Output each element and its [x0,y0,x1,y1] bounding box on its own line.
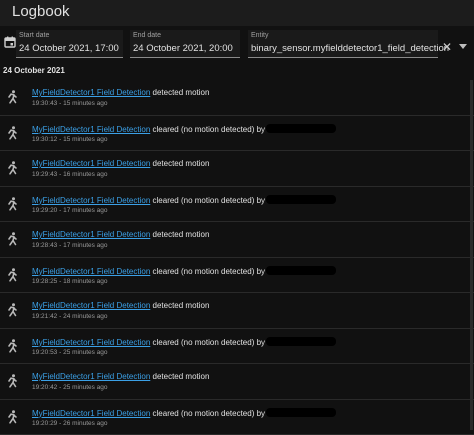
list-item: MyFieldDetector1 Field Detection detecte… [0,364,474,400]
top-app-bar: Logbook [0,0,474,26]
list-item: MyFieldDetector1 Field Detection detecte… [0,80,474,116]
date-group-header: 24 October 2021 [3,66,65,75]
start-date-label: Start date [19,32,50,39]
entity-value: binary_sensor.myfielddetector1_field_det… [251,43,450,54]
entity-link[interactable]: MyFieldDetector1 Field Detection [32,301,150,310]
run-icon [6,232,18,246]
entry-time: 19:21:42 - 24 minutes ago [32,313,108,320]
entry-time: 19:28:43 - 17 minutes ago [32,242,108,249]
list-item: MyFieldDetector1 Field Detection cleared… [0,116,474,151]
entry-message: MyFieldDetector1 Field Detection detecte… [32,230,209,239]
entry-action: cleared (no motion detected) by [152,195,266,205]
entity-link[interactable]: MyFieldDetector1 Field Detection [32,125,150,134]
entry-action: cleared (no motion detected) by [152,124,266,134]
entry-time: 19:30:12 - 15 minutes ago [32,135,108,143]
entity-link[interactable]: MyFieldDetector1 Field Detection [32,88,150,97]
redacted-user [266,194,337,204]
entry-message: MyFieldDetector1 Field Detection cleared… [32,265,337,276]
entry-time: 19:20:53 - 25 minutes ago [32,348,108,356]
start-date-value: 24 October 2021, 17:00 [19,43,119,54]
run-icon [6,196,18,211]
entity-picker[interactable]: Entity binary_sensor.myfielddetector1_fi… [248,30,449,58]
run-icon [6,90,18,104]
page-title: Logbook [12,3,70,20]
run-icon [6,267,18,282]
end-date-field[interactable]: End date 24 October 2021, 20:00 [130,30,240,58]
entry-time: 19:29:43 - 16 minutes ago [32,171,108,178]
entity-link[interactable]: MyFieldDetector1 Field Detection [32,267,150,276]
list-item: MyFieldDetector1 Field Detection detecte… [0,222,474,258]
entry-message: MyFieldDetector1 Field Detection cleared… [32,407,337,418]
entry-action: cleared (no motion detected) by [152,266,266,276]
entity-link[interactable]: MyFieldDetector1 Field Detection [32,409,150,418]
entry-message: MyFieldDetector1 Field Detection cleared… [32,123,337,134]
entry-message: MyFieldDetector1 Field Detection detecte… [32,159,209,168]
start-date-field[interactable]: Start date 24 October 2021, 17:00 [16,30,123,58]
redacted-user [266,407,337,417]
entry-message: MyFieldDetector1 Field Detection detecte… [32,372,209,381]
entry-time: 19:20:29 - 26 minutes ago [32,419,108,427]
entry-time: 19:30:43 - 15 minutes ago [32,100,108,107]
entry-action: detected motion [152,230,210,239]
end-date-value: 24 October 2021, 20:00 [133,43,233,54]
entry-message: MyFieldDetector1 Field Detection cleared… [32,194,337,205]
entry-action: detected motion [152,159,210,168]
filter-bar: Start date 24 October 2021, 17:00 End da… [0,26,474,62]
list-item: MyFieldDetector1 Field Detection cleared… [0,400,474,435]
redacted-user [266,123,337,133]
redacted-user [266,265,337,275]
run-icon [6,409,18,424]
entry-time: 19:28:25 - 18 minutes ago [32,277,108,285]
run-icon [6,161,18,175]
entity-link[interactable]: MyFieldDetector1 Field Detection [32,230,150,239]
entity-link[interactable]: MyFieldDetector1 Field Detection [32,159,150,168]
list-item: MyFieldDetector1 Field Detection cleared… [0,187,474,222]
entity-link[interactable]: MyFieldDetector1 Field Detection [32,338,150,347]
list-item: MyFieldDetector1 Field Detection detecte… [0,293,474,329]
entry-message: MyFieldDetector1 Field Detection detecte… [32,301,209,310]
list-item: MyFieldDetector1 Field Detection cleared… [0,329,474,364]
run-icon [6,125,18,140]
run-icon [6,303,18,317]
scrollbar[interactable] [470,80,473,430]
calendar-icon[interactable] [4,36,16,48]
entry-action: cleared (no motion detected) by [152,337,266,347]
entry-action: cleared (no motion detected) by [152,408,266,418]
list-item: MyFieldDetector1 Field Detection detecte… [0,151,474,187]
list-item: MyFieldDetector1 Field Detection cleared… [0,258,474,293]
entry-action: detected motion [152,372,210,381]
chevron-down-icon[interactable] [459,44,467,49]
entry-time: 19:29:20 - 17 minutes ago [32,206,108,214]
run-icon [6,338,18,353]
redacted-user [266,336,337,346]
entry-action: detected motion [152,88,210,97]
entity-link[interactable]: MyFieldDetector1 Field Detection [32,372,150,381]
entry-action: detected motion [152,301,210,310]
entry-time: 19:20:42 - 25 minutes ago [32,384,108,391]
end-date-label: End date [133,32,162,39]
close-icon[interactable]: ✕ [442,41,452,53]
entity-label: Entity [251,32,269,39]
entity-link[interactable]: MyFieldDetector1 Field Detection [32,196,150,205]
run-icon [6,374,18,388]
entry-message: MyFieldDetector1 Field Detection detecte… [32,88,209,97]
entry-message: MyFieldDetector1 Field Detection cleared… [32,336,337,347]
